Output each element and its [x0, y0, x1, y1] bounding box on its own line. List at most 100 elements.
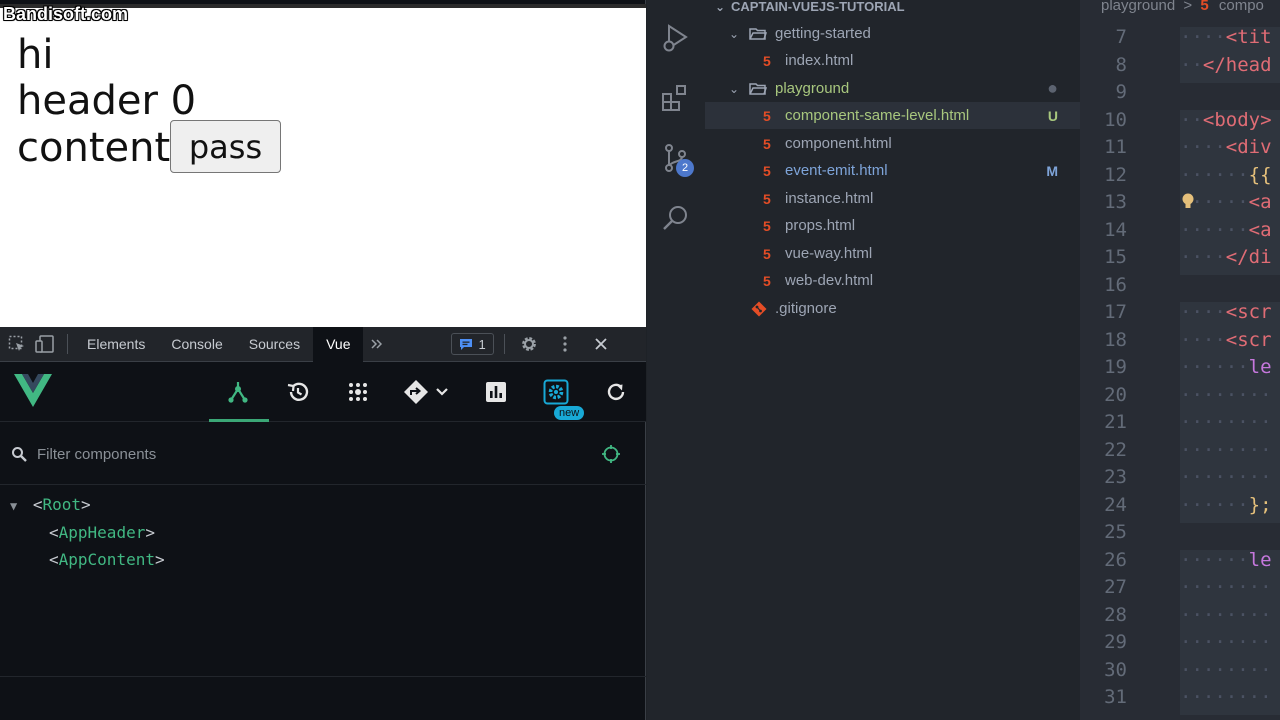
line-number: 18: [1104, 328, 1127, 351]
breadcrumb-file[interactable]: compo: [1219, 0, 1264, 14]
double-chevron-right-icon[interactable]: [363, 327, 391, 362]
run-debug-icon[interactable]: [658, 20, 694, 56]
folder-playground[interactable]: ⌄ playground ●: [705, 75, 1080, 102]
git-status-modified: M: [1046, 162, 1058, 179]
search-icon[interactable]: [658, 200, 694, 236]
code-line: ········: [1180, 686, 1272, 708]
kebab-menu-icon[interactable]: [551, 327, 579, 362]
code-line: ····</di: [1180, 246, 1272, 268]
code-line: ······le: [1180, 548, 1272, 571]
folder-getting-started[interactable]: ⌄ getting-started: [705, 20, 1080, 47]
history-icon[interactable]: [280, 374, 316, 410]
breadcrumb-folder[interactable]: playground: [1101, 0, 1175, 14]
components-tree-icon[interactable]: [220, 374, 256, 410]
file-component-html[interactable]: 5 component.html: [705, 130, 1080, 157]
modified-dot-icon: ●: [1047, 78, 1058, 98]
file-event-emit-html[interactable]: 5 event-emit.html M: [705, 157, 1080, 184]
code-line: ········: [1180, 576, 1272, 598]
code-line: ········: [1180, 658, 1272, 681]
vscode-window: 2 ⌄ CAPTAIN-VUEJS-TUTORIAL ⌄ getting-sta…: [647, 0, 1280, 720]
scm-count-badge: 2: [676, 159, 694, 177]
issues-button[interactable]: 1: [451, 333, 494, 355]
code-line: ····<scr: [1180, 328, 1272, 351]
code-line: ········: [1180, 631, 1272, 653]
breadcrumb-separator: >: [1183, 0, 1193, 14]
tab-console[interactable]: Console: [158, 327, 235, 362]
file-index-html[interactable]: 5 index.html: [705, 47, 1080, 74]
code-line: ······le: [1180, 356, 1272, 378]
pass-button[interactable]: pass: [170, 120, 281, 173]
screen: Bandisoft.com hi header 0 content pass E…: [0, 0, 1280, 720]
folder-name: playground: [775, 80, 850, 97]
line-number: 10: [1104, 108, 1127, 131]
tab-elements[interactable]: Elements: [74, 327, 158, 362]
line-number: 15: [1104, 246, 1127, 268]
performance-chart-icon[interactable]: [478, 374, 514, 410]
chevron-down-icon: ⌄: [714, 0, 726, 14]
file-component-same-level-html[interactable]: 5 component-same-level.html U: [705, 102, 1080, 129]
line-number: 29: [1104, 631, 1127, 653]
vue-logo-icon: [14, 374, 52, 413]
filter-components-input[interactable]: [37, 444, 537, 464]
chevron-down-icon: ⌄: [728, 26, 740, 41]
browser-window: Bandisoft.com hi header 0 content pass E…: [0, 0, 646, 720]
select-component-target-icon[interactable]: [601, 444, 621, 469]
content-text: content: [17, 125, 171, 171]
tree-node-appheader[interactable]: <AppHeader>: [49, 523, 155, 542]
line-number: 30: [1104, 658, 1127, 681]
routes-dropdown-icon[interactable]: [400, 374, 456, 410]
code-line: ······{{: [1180, 163, 1272, 186]
line-number: 20: [1104, 383, 1127, 406]
issues-count: 1: [478, 336, 486, 352]
device-toolbar-icon[interactable]: [31, 327, 59, 362]
new-badge: new: [554, 406, 585, 420]
code-editor: playground > 5 compo 7 ····<tit 8 ··</head 9…: [1080, 0, 1280, 720]
message-icon: [460, 339, 473, 350]
code-line: ········: [1180, 603, 1272, 626]
code-line: ········: [1180, 466, 1272, 488]
tab-sources[interactable]: Sources: [236, 327, 313, 362]
file-web-dev-html[interactable]: 5 web-dev.html: [705, 267, 1080, 294]
code-line: ··</head: [1180, 53, 1272, 76]
code-line: ······};: [1180, 493, 1272, 516]
git-icon: [751, 301, 767, 316]
tree-node-appcontent[interactable]: <AppContent>: [49, 550, 165, 569]
file-name: component-same-level.html: [785, 107, 970, 124]
file-props-html[interactable]: 5 props.html: [705, 212, 1080, 239]
line-number: 28: [1104, 603, 1127, 626]
timeline-dots-icon[interactable]: [340, 374, 376, 410]
tab-vue[interactable]: Vue: [313, 326, 364, 362]
line-number: 23: [1104, 466, 1127, 488]
line-number: 25: [1104, 521, 1127, 543]
file-vue-way-html[interactable]: 5 vue-way.html: [705, 240, 1080, 267]
refresh-icon[interactable]: [598, 374, 634, 410]
code-line: ··<body>: [1180, 108, 1272, 131]
close-icon[interactable]: [587, 327, 615, 362]
lightbulb-icon[interactable]: [1181, 192, 1195, 215]
line-number: 16: [1104, 273, 1127, 296]
file-gitignore[interactable]: .gitignore: [705, 295, 1080, 322]
line-number: 24: [1104, 493, 1127, 516]
file-name: vue-way.html: [785, 245, 873, 262]
extensions-icon[interactable]: [658, 80, 694, 116]
file-name: instance.html: [785, 190, 874, 207]
line-number: 26: [1104, 548, 1127, 571]
line-number: 17: [1104, 301, 1127, 323]
caret-down-icon[interactable]: ▼: [10, 499, 17, 513]
tree-node-root[interactable]: ▼ <Root>: [10, 495, 91, 514]
gear-icon[interactable]: [515, 327, 543, 362]
code-line: ········: [1180, 438, 1272, 461]
file-instance-html[interactable]: 5 instance.html: [705, 185, 1080, 212]
activity-bar: 2: [647, 0, 705, 720]
component-name: AppContent: [58, 550, 155, 569]
line-number: 14: [1104, 218, 1127, 241]
project-header[interactable]: ⌄ CAPTAIN-VUEJS-TUTORIAL: [705, 0, 1080, 20]
code-line: ······<a: [1180, 218, 1272, 241]
file-name: .gitignore: [775, 300, 837, 317]
inspect-element-icon[interactable]: [3, 327, 31, 362]
code-line: ····<tit: [1180, 26, 1272, 48]
html5-icon: 5: [763, 107, 771, 124]
settings-gear-icon[interactable]: [538, 374, 574, 410]
html5-icon: 5: [763, 272, 771, 289]
watermark: Bandisoft.com: [3, 4, 129, 24]
